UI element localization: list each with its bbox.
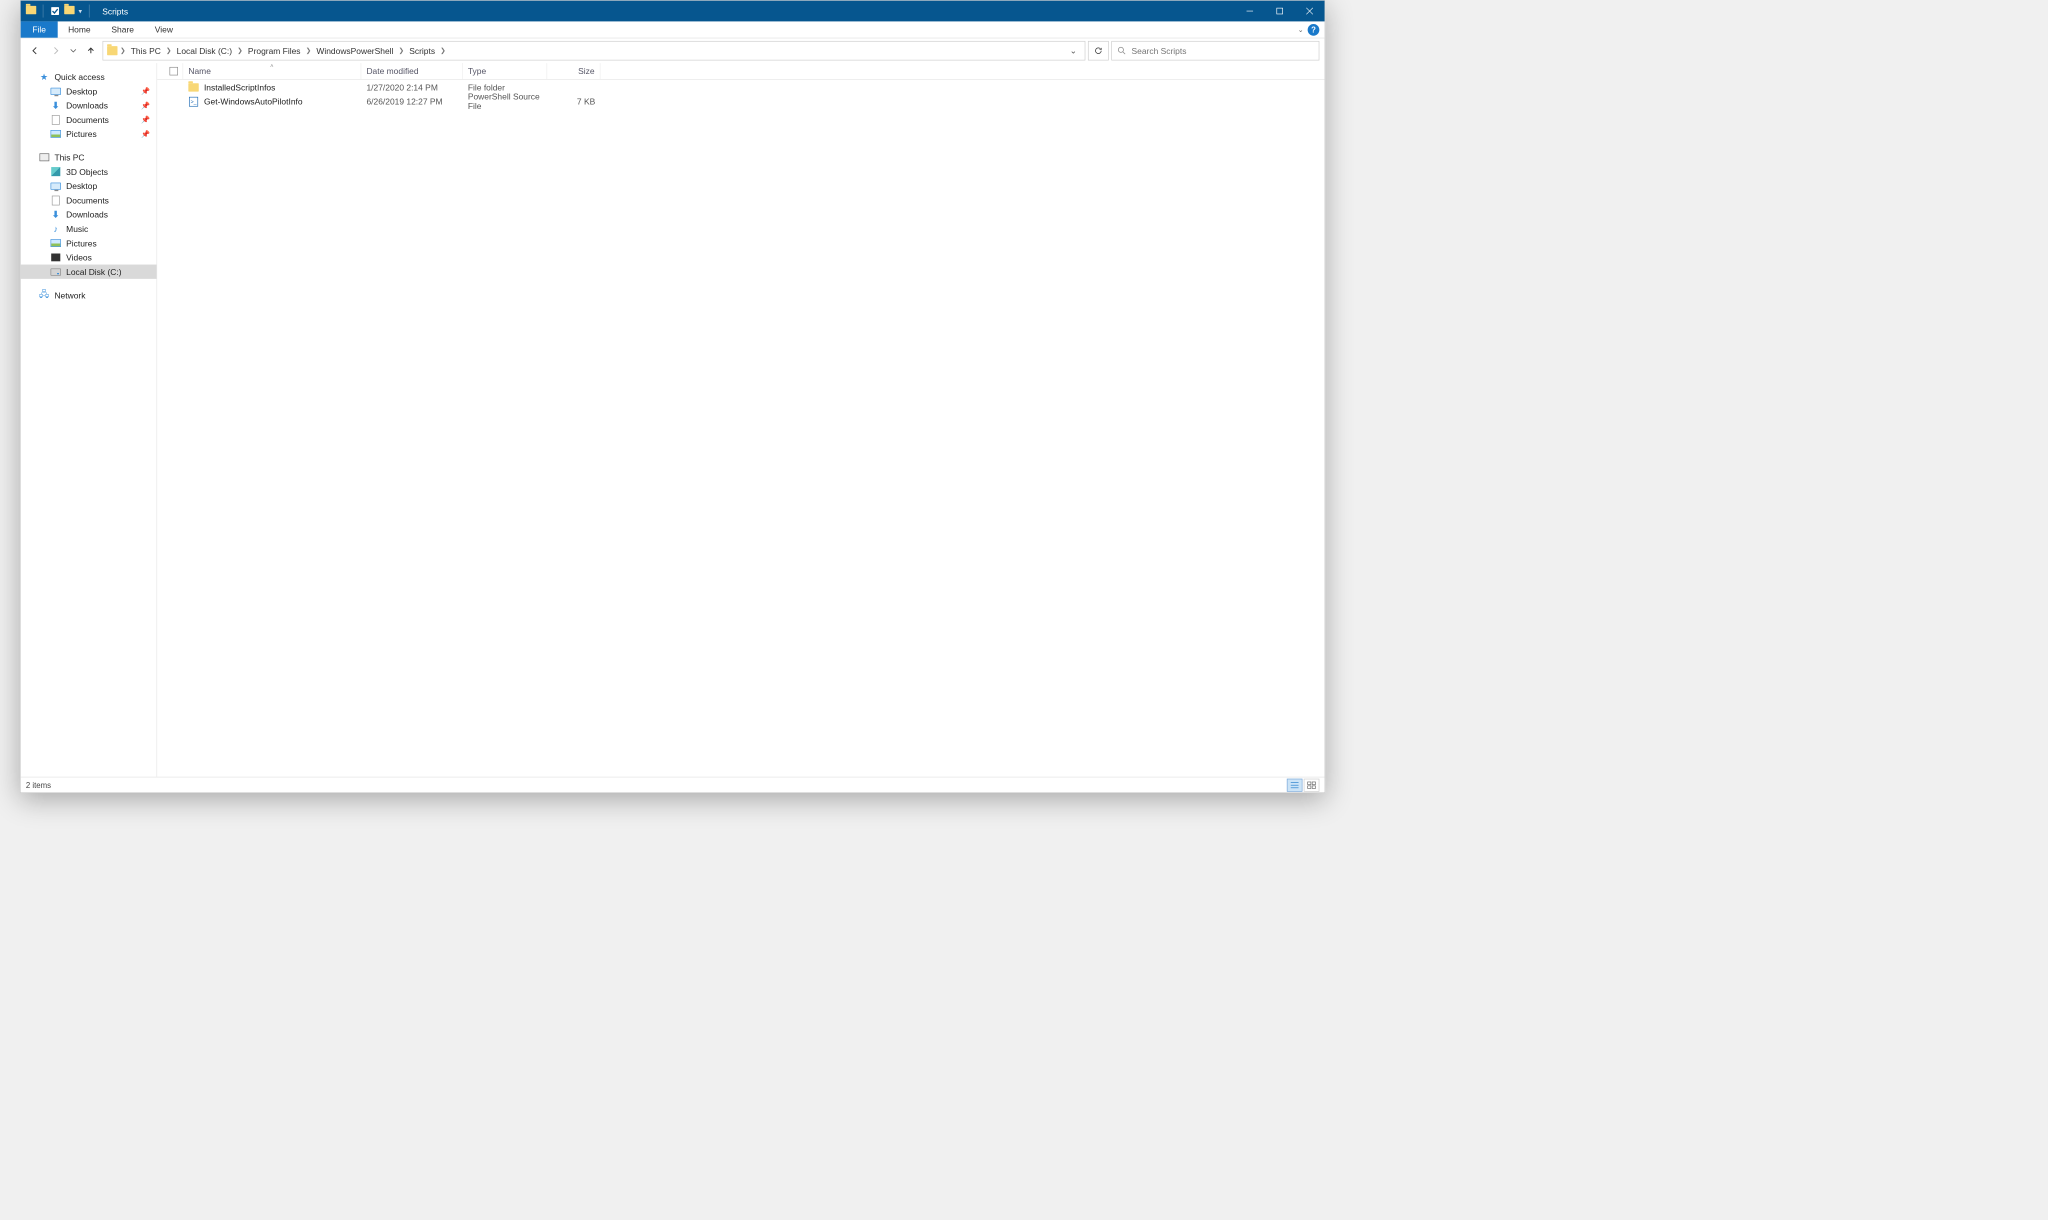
file-type: PowerShell Source File xyxy=(463,94,547,108)
view-details-button[interactable] xyxy=(1287,778,1303,791)
ribbon-tab-view[interactable]: View xyxy=(144,21,183,37)
doc-icon xyxy=(51,114,61,124)
sidebar-this-pc[interactable]: This PC xyxy=(21,150,157,164)
monitor-icon xyxy=(51,181,61,191)
ribbon-file[interactable]: File xyxy=(21,21,58,37)
file-row[interactable]: >_ Get-WindowsAutoPilotInfo 6/26/2019 12:2… xyxy=(157,94,1324,108)
search-input[interactable] xyxy=(1132,46,1314,56)
file-list: Name ˄ Date modified Type Size Installed… xyxy=(157,63,1324,777)
file-size: 7 KB xyxy=(547,94,600,108)
drive-icon xyxy=(51,267,61,277)
file-name: InstalledScriptInfos xyxy=(204,82,275,92)
minimize-button[interactable] xyxy=(1235,1,1265,22)
sidebar-item-local-disk-c-[interactable]: Local Disk (C:) xyxy=(21,265,157,279)
recent-locations-button[interactable] xyxy=(67,42,79,60)
breadcrumb-program-files[interactable]: Program Files xyxy=(245,46,303,56)
sidebar-item-documents[interactable]: Documents xyxy=(21,193,157,207)
pc-icon xyxy=(39,152,49,162)
ribbon: File Home Share View ⌄ ? xyxy=(21,21,1325,38)
chevron-right-icon[interactable]: ❯ xyxy=(165,47,173,54)
app-folder-icon xyxy=(26,6,36,16)
video-icon xyxy=(51,252,61,262)
item-count: 2 items xyxy=(26,780,51,789)
sidebar-item-3d-objects[interactable]: 3D Objects xyxy=(21,164,157,178)
column-date[interactable]: Date modified xyxy=(361,63,462,79)
sidebar-quick-access[interactable]: ★ Quick access xyxy=(21,70,157,84)
3d-icon xyxy=(51,166,61,176)
sidebar-item-pictures[interactable]: Pictures xyxy=(21,236,157,250)
column-size[interactable]: Size xyxy=(547,63,600,79)
down-icon: ⬇ xyxy=(51,209,61,219)
address-bar[interactable]: ❯ This PC ❯ Local Disk (C:) ❯ Program Fi… xyxy=(103,41,1086,61)
titlebar[interactable]: ▾ Scripts xyxy=(21,1,1325,22)
ps-icon: >_ xyxy=(188,96,198,106)
forward-button[interactable] xyxy=(47,42,65,60)
pin-icon: 📌 xyxy=(141,101,150,109)
help-icon[interactable]: ? xyxy=(1308,24,1320,36)
folder-icon xyxy=(188,82,198,92)
sidebar-item-desktop[interactable]: Desktop xyxy=(21,179,157,193)
explorer-window: ▾ Scripts File Home Share View ⌄ ? xyxy=(20,0,1325,793)
maximize-button[interactable] xyxy=(1265,1,1295,22)
qat-newfolder-icon[interactable] xyxy=(64,6,74,16)
sidebar-item-videos[interactable]: Videos xyxy=(21,250,157,264)
sort-ascending-icon: ˄ xyxy=(270,63,273,69)
address-dropdown-icon[interactable]: ⌄ xyxy=(1066,46,1081,56)
sidebar-item-pictures[interactable]: Pictures📌 xyxy=(21,127,157,141)
status-bar: 2 items xyxy=(21,777,1325,793)
sidebar-item-desktop[interactable]: Desktop📌 xyxy=(21,84,157,98)
chevron-right-icon[interactable]: ❯ xyxy=(304,47,312,54)
qat-properties-icon[interactable] xyxy=(50,6,60,16)
column-headers: Name ˄ Date modified Type Size xyxy=(157,63,1324,80)
pic-icon xyxy=(51,238,61,248)
back-button[interactable] xyxy=(26,42,44,60)
file-row[interactable]: InstalledScriptInfos1/27/2020 2:14 PMFil… xyxy=(157,80,1324,94)
sidebar-item-downloads[interactable]: ⬇Downloads xyxy=(21,207,157,221)
view-thumbnails-button[interactable] xyxy=(1304,778,1320,791)
chevron-right-icon[interactable]: ❯ xyxy=(119,47,127,54)
file-rows[interactable]: InstalledScriptInfos1/27/2020 2:14 PMFil… xyxy=(157,80,1324,777)
file-date: 6/26/2019 12:27 PM xyxy=(361,94,462,108)
column-name[interactable]: Name ˄ xyxy=(183,63,361,79)
file-date: 1/27/2020 2:14 PM xyxy=(361,80,462,94)
chevron-right-icon[interactable]: ❯ xyxy=(439,47,447,54)
chevron-right-icon[interactable]: ❯ xyxy=(397,47,405,54)
ribbon-tab-home[interactable]: Home xyxy=(58,21,101,37)
column-checkbox[interactable] xyxy=(165,63,183,79)
navigation-pane[interactable]: ★ Quick access Desktop📌⬇Downloads📌Docume… xyxy=(21,63,158,777)
music-icon: ♪ xyxy=(51,224,61,234)
breadcrumb-local-disk[interactable]: Local Disk (C:) xyxy=(174,46,235,56)
network-icon: 🖧 xyxy=(39,290,49,300)
file-name: Get-WindowsAutoPilotInfo xyxy=(204,97,303,107)
ribbon-collapse-icon[interactable]: ⌄ xyxy=(1298,25,1304,33)
ribbon-tab-share[interactable]: Share xyxy=(101,21,144,37)
sidebar-network[interactable]: 🖧 Network xyxy=(21,288,157,302)
column-type[interactable]: Type xyxy=(463,63,547,79)
pin-icon: 📌 xyxy=(141,130,150,138)
folder-icon xyxy=(107,46,117,55)
monitor-icon xyxy=(51,86,61,96)
file-size xyxy=(547,80,600,94)
breadcrumb-scripts[interactable]: Scripts xyxy=(407,46,438,56)
pin-icon: 📌 xyxy=(141,87,150,95)
close-button[interactable] xyxy=(1295,1,1325,22)
doc-icon xyxy=(51,195,61,205)
pin-icon: 📌 xyxy=(141,115,150,123)
down-icon: ⬇ xyxy=(51,100,61,110)
up-button[interactable] xyxy=(82,42,100,60)
sidebar-item-documents[interactable]: Documents📌 xyxy=(21,112,157,126)
qat-dropdown-icon[interactable]: ▾ xyxy=(79,7,83,15)
chevron-right-icon[interactable]: ❯ xyxy=(236,47,244,54)
refresh-button[interactable] xyxy=(1088,41,1109,61)
sidebar-item-music[interactable]: ♪Music xyxy=(21,222,157,236)
navigation-row: ❯ This PC ❯ Local Disk (C:) ❯ Program Fi… xyxy=(21,38,1325,63)
pic-icon xyxy=(51,129,61,139)
breadcrumb-this-pc[interactable]: This PC xyxy=(128,46,163,56)
sidebar-item-downloads[interactable]: ⬇Downloads📌 xyxy=(21,98,157,112)
search-icon xyxy=(1117,46,1126,55)
window-title: Scripts xyxy=(102,6,128,16)
breadcrumb-powershell[interactable]: WindowsPowerShell xyxy=(314,46,396,56)
star-icon: ★ xyxy=(39,72,49,82)
search-box[interactable] xyxy=(1111,41,1319,61)
